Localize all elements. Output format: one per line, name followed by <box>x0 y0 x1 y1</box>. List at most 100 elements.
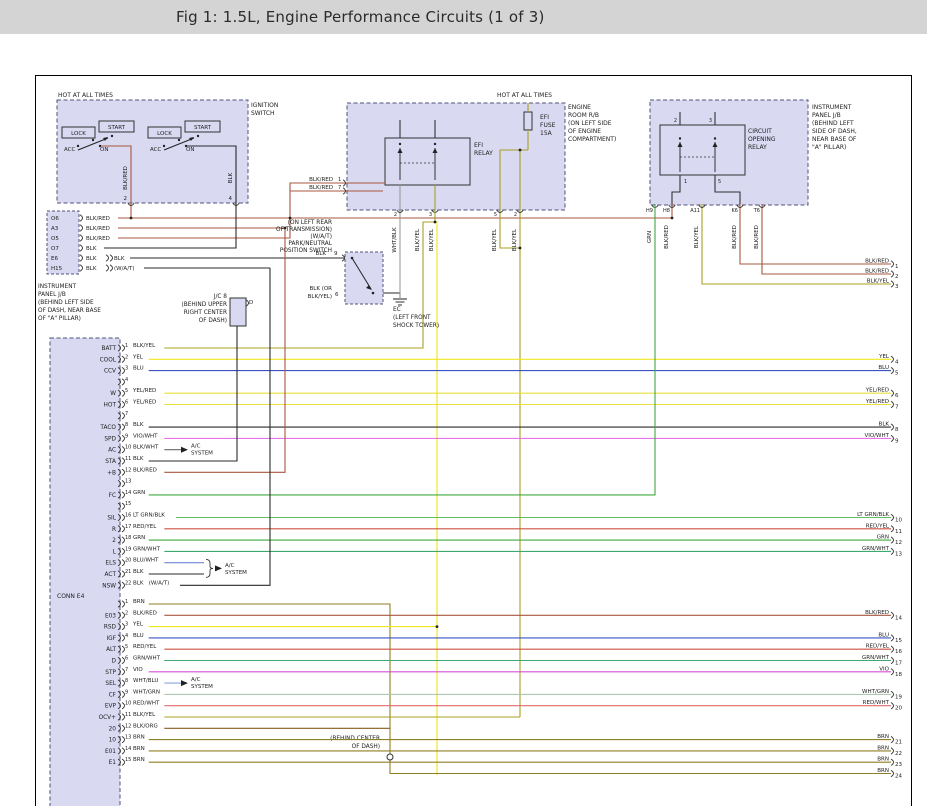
wire <box>740 204 891 264</box>
junction-dot <box>92 139 94 141</box>
wire-color-label: BLK/RED <box>865 610 889 616</box>
pin-bracket <box>80 215 83 221</box>
ecm-pin-name: D <box>112 659 117 665</box>
ecm-pin-name: NSW <box>102 583 116 589</box>
ac-system-label: A/C <box>225 563 235 569</box>
wire-color-label: BLK <box>86 266 97 272</box>
wire-color-label: BRN <box>133 757 145 763</box>
wire-note: (W/A/T) <box>149 580 170 586</box>
junction-dot <box>99 145 101 147</box>
circuit-number: 24 <box>895 774 902 780</box>
ecm-pin-number: 20 <box>125 558 131 564</box>
efi-relay-label: RELAY <box>474 150 493 157</box>
wire-color-label: GRN/WHT <box>133 656 161 662</box>
ignition-position-label: START <box>108 125 126 131</box>
ecm-pin-number: 6 <box>125 400 128 406</box>
left-jb-name: OF "A" PILLAR) <box>38 316 81 322</box>
connector-grommet-icon <box>387 754 393 760</box>
wire-color-label: BLK/RED <box>732 225 738 249</box>
ecm-pin-number: 21 <box>125 569 131 575</box>
left-jb-name: OF DASH, NEAR BASE <box>38 308 101 314</box>
ecm-pin-number: 6 <box>125 656 128 662</box>
pin-bracket <box>110 265 113 271</box>
jc8-name: (BEHIND UPPER <box>181 302 227 308</box>
wire-color-label: YEL <box>132 354 144 360</box>
circuit-number: 1 <box>895 264 899 270</box>
arrow-icon <box>181 447 188 453</box>
circuit-opening-relay-label: RELAY <box>748 144 767 151</box>
brace <box>206 559 213 577</box>
pin-bracket <box>110 255 113 261</box>
pin-number: 3 <box>429 212 432 218</box>
wire-color-label: VIO/WHT <box>864 433 889 439</box>
pin-number: 5 <box>718 179 721 185</box>
wire-color-label: GRN/WHT <box>133 546 161 552</box>
wire-color-label: YEL/RED <box>132 388 156 394</box>
pin-bracket <box>891 261 894 267</box>
pin-bracket <box>891 424 894 430</box>
wire-color-label: BLK/RED <box>133 467 157 473</box>
ecm-pin-name: SEL <box>105 681 116 687</box>
circuit-number: 9 <box>895 438 899 444</box>
efi-relay-label: EFI <box>474 142 483 149</box>
ecm-pin-number: 8 <box>125 678 128 684</box>
wire <box>164 228 285 472</box>
ac-system-label: A/C <box>191 677 201 683</box>
pin-bracket <box>891 514 894 520</box>
ec-ground-name: (LEFT FRONT <box>393 315 431 321</box>
pin-bracket <box>80 235 83 241</box>
wire-color-label: BLK <box>879 422 890 428</box>
wire-color-label: BLK/RED <box>86 226 110 232</box>
wire-color-label: BRN <box>133 746 145 752</box>
engine-room-name: OF ENGINE <box>568 128 601 135</box>
jb-pin-id: T6 <box>753 208 760 214</box>
ecm-pin-number: 5 <box>125 644 128 650</box>
ignition-position-label: LOCK <box>157 131 172 137</box>
arrow-icon <box>181 680 188 686</box>
park-neutral-name: (W/A/T) <box>310 234 332 240</box>
wire-color-label: BRN <box>877 757 889 763</box>
instrument-panel-jb-name: PANEL J/B <box>812 112 841 119</box>
pin-bracket <box>891 390 894 396</box>
pin-bracket <box>891 657 894 663</box>
wire-color-label: BLK <box>86 256 97 262</box>
arrow-icon <box>215 565 222 571</box>
wire-color-label: BLK/YEL <box>867 279 890 285</box>
circuit-number: 15 <box>895 638 902 644</box>
circuit-number: 20 <box>895 706 902 712</box>
wire-color-label: VIO <box>879 666 889 672</box>
jb-pin-id: H9 <box>646 208 653 214</box>
ecm-pin-name: W <box>110 391 116 397</box>
wire-color-label: YEL <box>878 354 890 360</box>
wire-color-label: LT GRN/BLK <box>133 513 165 519</box>
wire-color-label: BLK/YEL <box>415 228 421 251</box>
wiring-diagram: HOT AT ALL TIMESIGNITIONSWITCHLOCKSTARTA… <box>0 0 927 806</box>
park-neutral-name: PARK/NEUTRAL <box>288 241 332 247</box>
wire-color-label: BLK/WHT <box>133 445 159 451</box>
jb-pin-id: O7 <box>51 246 59 252</box>
pin-bracket <box>80 255 83 261</box>
wire-color-label: BLK/RED <box>123 166 129 190</box>
wire-color-label: BLK <box>133 580 144 586</box>
ac-system-label: SYSTEM <box>225 570 247 576</box>
pin-number: 4 <box>229 196 233 202</box>
ecm-pin-name: HOT <box>104 403 117 409</box>
jc8-box <box>230 298 246 326</box>
wire-color-label: BRN <box>877 734 889 740</box>
engine-room-name: (ON LEFT SIDE <box>568 120 612 127</box>
junction-dot <box>289 217 292 220</box>
pin-bracket <box>891 703 894 709</box>
ecm-pin-number: 9 <box>125 689 128 695</box>
junction-dot <box>399 143 401 145</box>
hot-at-all-times-label: HOT AT ALL TIMES <box>58 92 113 99</box>
ignition-position-label: ACC <box>150 147 162 153</box>
jb-pin-id: H8 <box>663 208 670 214</box>
wire-color-label: BLK <box>228 172 234 183</box>
wire-color-label: BLK (OR <box>310 286 333 292</box>
ecm-pin-name: E03 <box>105 613 116 619</box>
wire-color-label: BLK/RED <box>664 225 670 249</box>
jb-pin-id: A11 <box>690 208 700 214</box>
junction-dot <box>178 139 180 141</box>
instrument-panel-jb-name: SIDE OF DASH, <box>812 128 857 135</box>
ecm-pin-name: E1 <box>109 760 117 766</box>
